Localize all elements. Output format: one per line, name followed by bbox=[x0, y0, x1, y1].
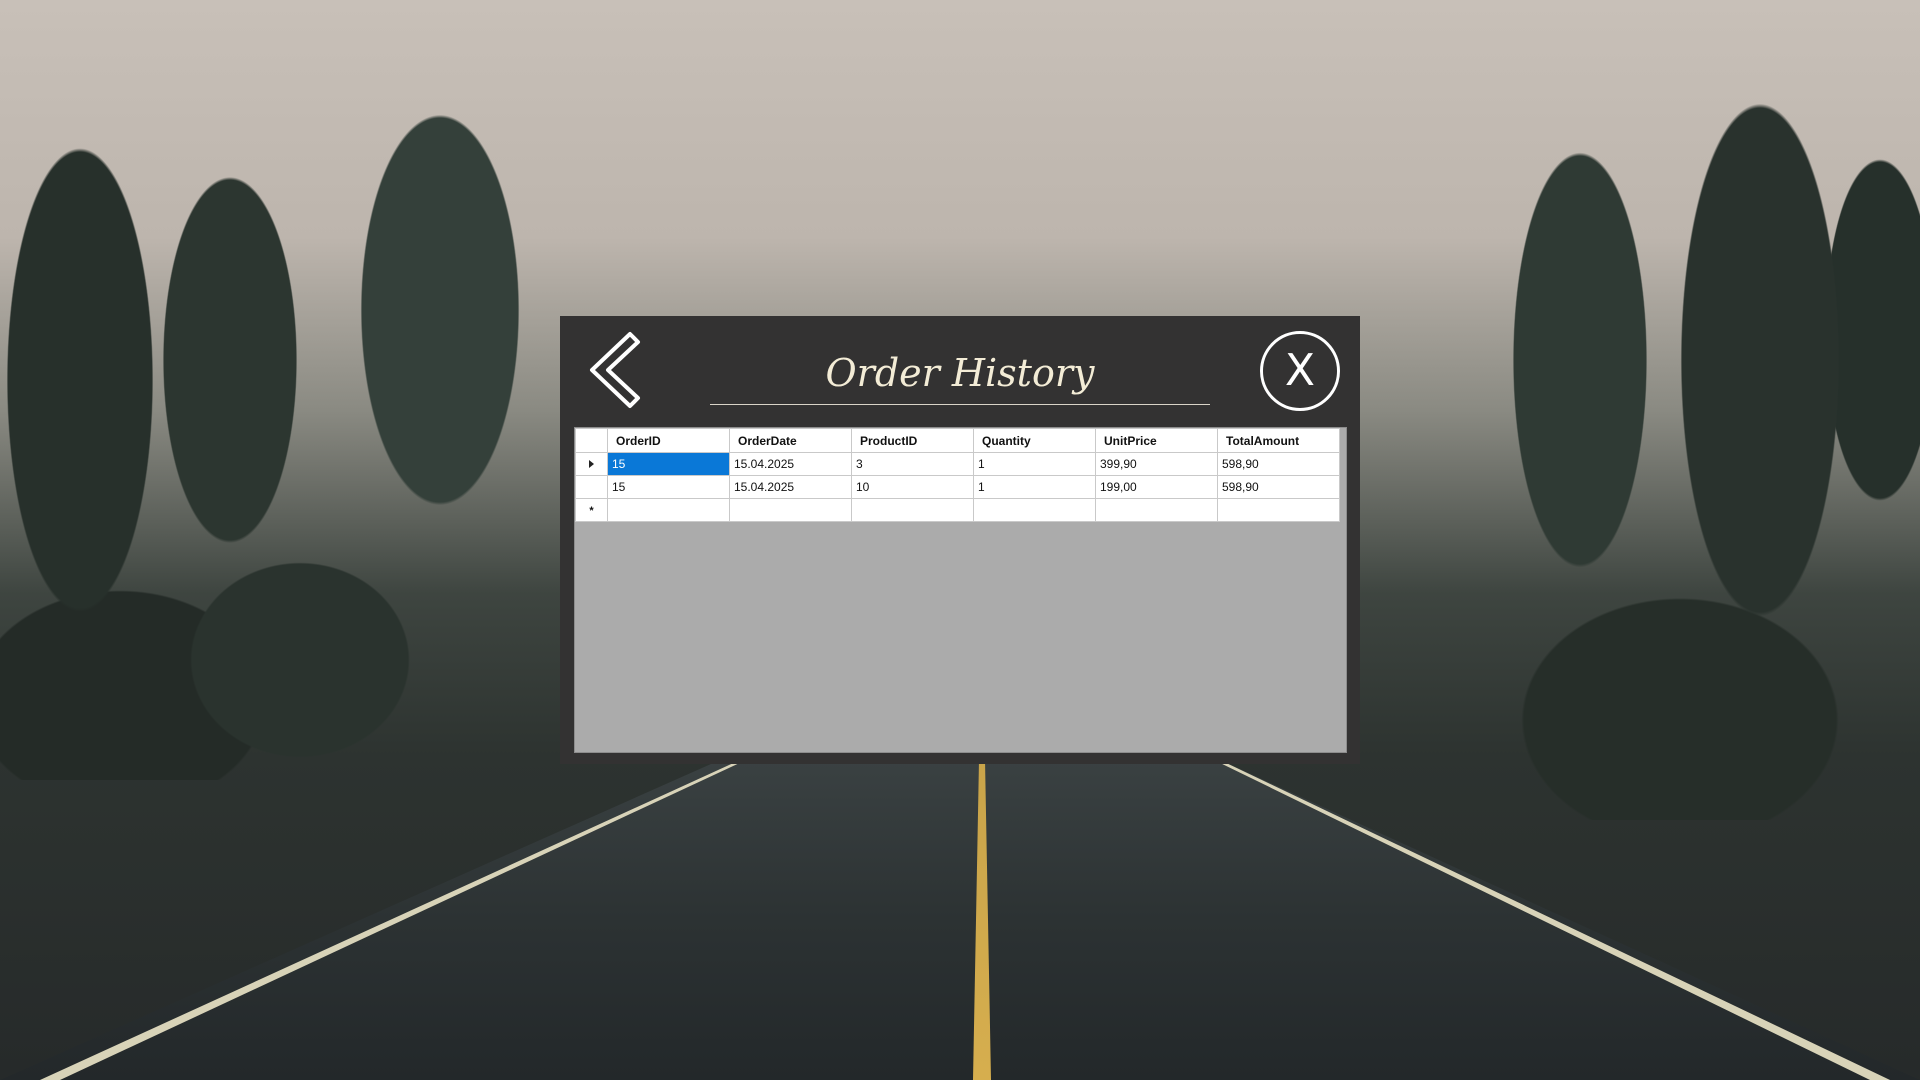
new-cell-orderid[interactable] bbox=[607, 498, 730, 522]
order-history-dialog: Order History X OrderID OrderDate Produc… bbox=[560, 316, 1360, 764]
cell-quantity[interactable]: 1 bbox=[973, 475, 1096, 499]
new-cell-orderdate[interactable] bbox=[729, 498, 852, 522]
order-table: OrderID OrderDate ProductID Quantity Uni… bbox=[575, 428, 1340, 522]
new-row[interactable]: * bbox=[575, 498, 1340, 522]
cell-unitprice[interactable]: 199,00 bbox=[1095, 475, 1218, 499]
order-history-grid[interactable]: OrderID OrderDate ProductID Quantity Uni… bbox=[574, 427, 1347, 753]
chevron-left-icon bbox=[590, 332, 640, 408]
cell-totalamount[interactable]: 598,90 bbox=[1217, 452, 1340, 476]
page-title: Order History bbox=[825, 351, 1095, 395]
cell-orderdate[interactable]: 15.04.2025 bbox=[729, 475, 852, 499]
current-row-arrow-icon bbox=[589, 460, 594, 468]
cell-orderid[interactable]: 15 bbox=[607, 452, 730, 476]
cell-productid[interactable]: 10 bbox=[851, 475, 974, 499]
row-header-current[interactable] bbox=[575, 452, 608, 476]
row-header-new[interactable]: * bbox=[575, 498, 608, 522]
column-header-totalamount[interactable]: TotalAmount bbox=[1217, 428, 1340, 453]
new-cell-unitprice[interactable] bbox=[1095, 498, 1218, 522]
column-header-quantity[interactable]: Quantity bbox=[973, 428, 1096, 453]
cell-productid[interactable]: 3 bbox=[851, 452, 974, 476]
cell-quantity[interactable]: 1 bbox=[973, 452, 1096, 476]
cell-orderdate[interactable]: 15.04.2025 bbox=[729, 452, 852, 476]
header-row: OrderID OrderDate ProductID Quantity Uni… bbox=[575, 428, 1340, 453]
new-cell-quantity[interactable] bbox=[973, 498, 1096, 522]
new-cell-totalamount[interactable] bbox=[1217, 498, 1340, 522]
new-cell-productid[interactable] bbox=[851, 498, 974, 522]
column-header-orderid[interactable]: OrderID bbox=[607, 428, 730, 453]
title-underline bbox=[710, 404, 1210, 405]
column-header-unitprice[interactable]: UnitPrice bbox=[1095, 428, 1218, 453]
row-header[interactable] bbox=[575, 475, 608, 499]
close-icon: X bbox=[1284, 345, 1316, 396]
new-row-marker: * bbox=[589, 505, 594, 517]
close-button[interactable]: X bbox=[1260, 331, 1340, 411]
cell-totalamount[interactable]: 598,90 bbox=[1217, 475, 1340, 499]
back-button[interactable] bbox=[582, 328, 648, 412]
column-header-orderdate[interactable]: OrderDate bbox=[729, 428, 852, 453]
row-header-corner[interactable] bbox=[575, 428, 608, 453]
cell-unitprice[interactable]: 399,90 bbox=[1095, 452, 1218, 476]
table-row[interactable]: 15 15.04.2025 3 1 399,90 598,90 bbox=[575, 452, 1340, 476]
table-row[interactable]: 15 15.04.2025 10 1 199,00 598,90 bbox=[575, 475, 1340, 499]
cell-orderid[interactable]: 15 bbox=[607, 475, 730, 499]
column-header-productid[interactable]: ProductID bbox=[851, 428, 974, 453]
